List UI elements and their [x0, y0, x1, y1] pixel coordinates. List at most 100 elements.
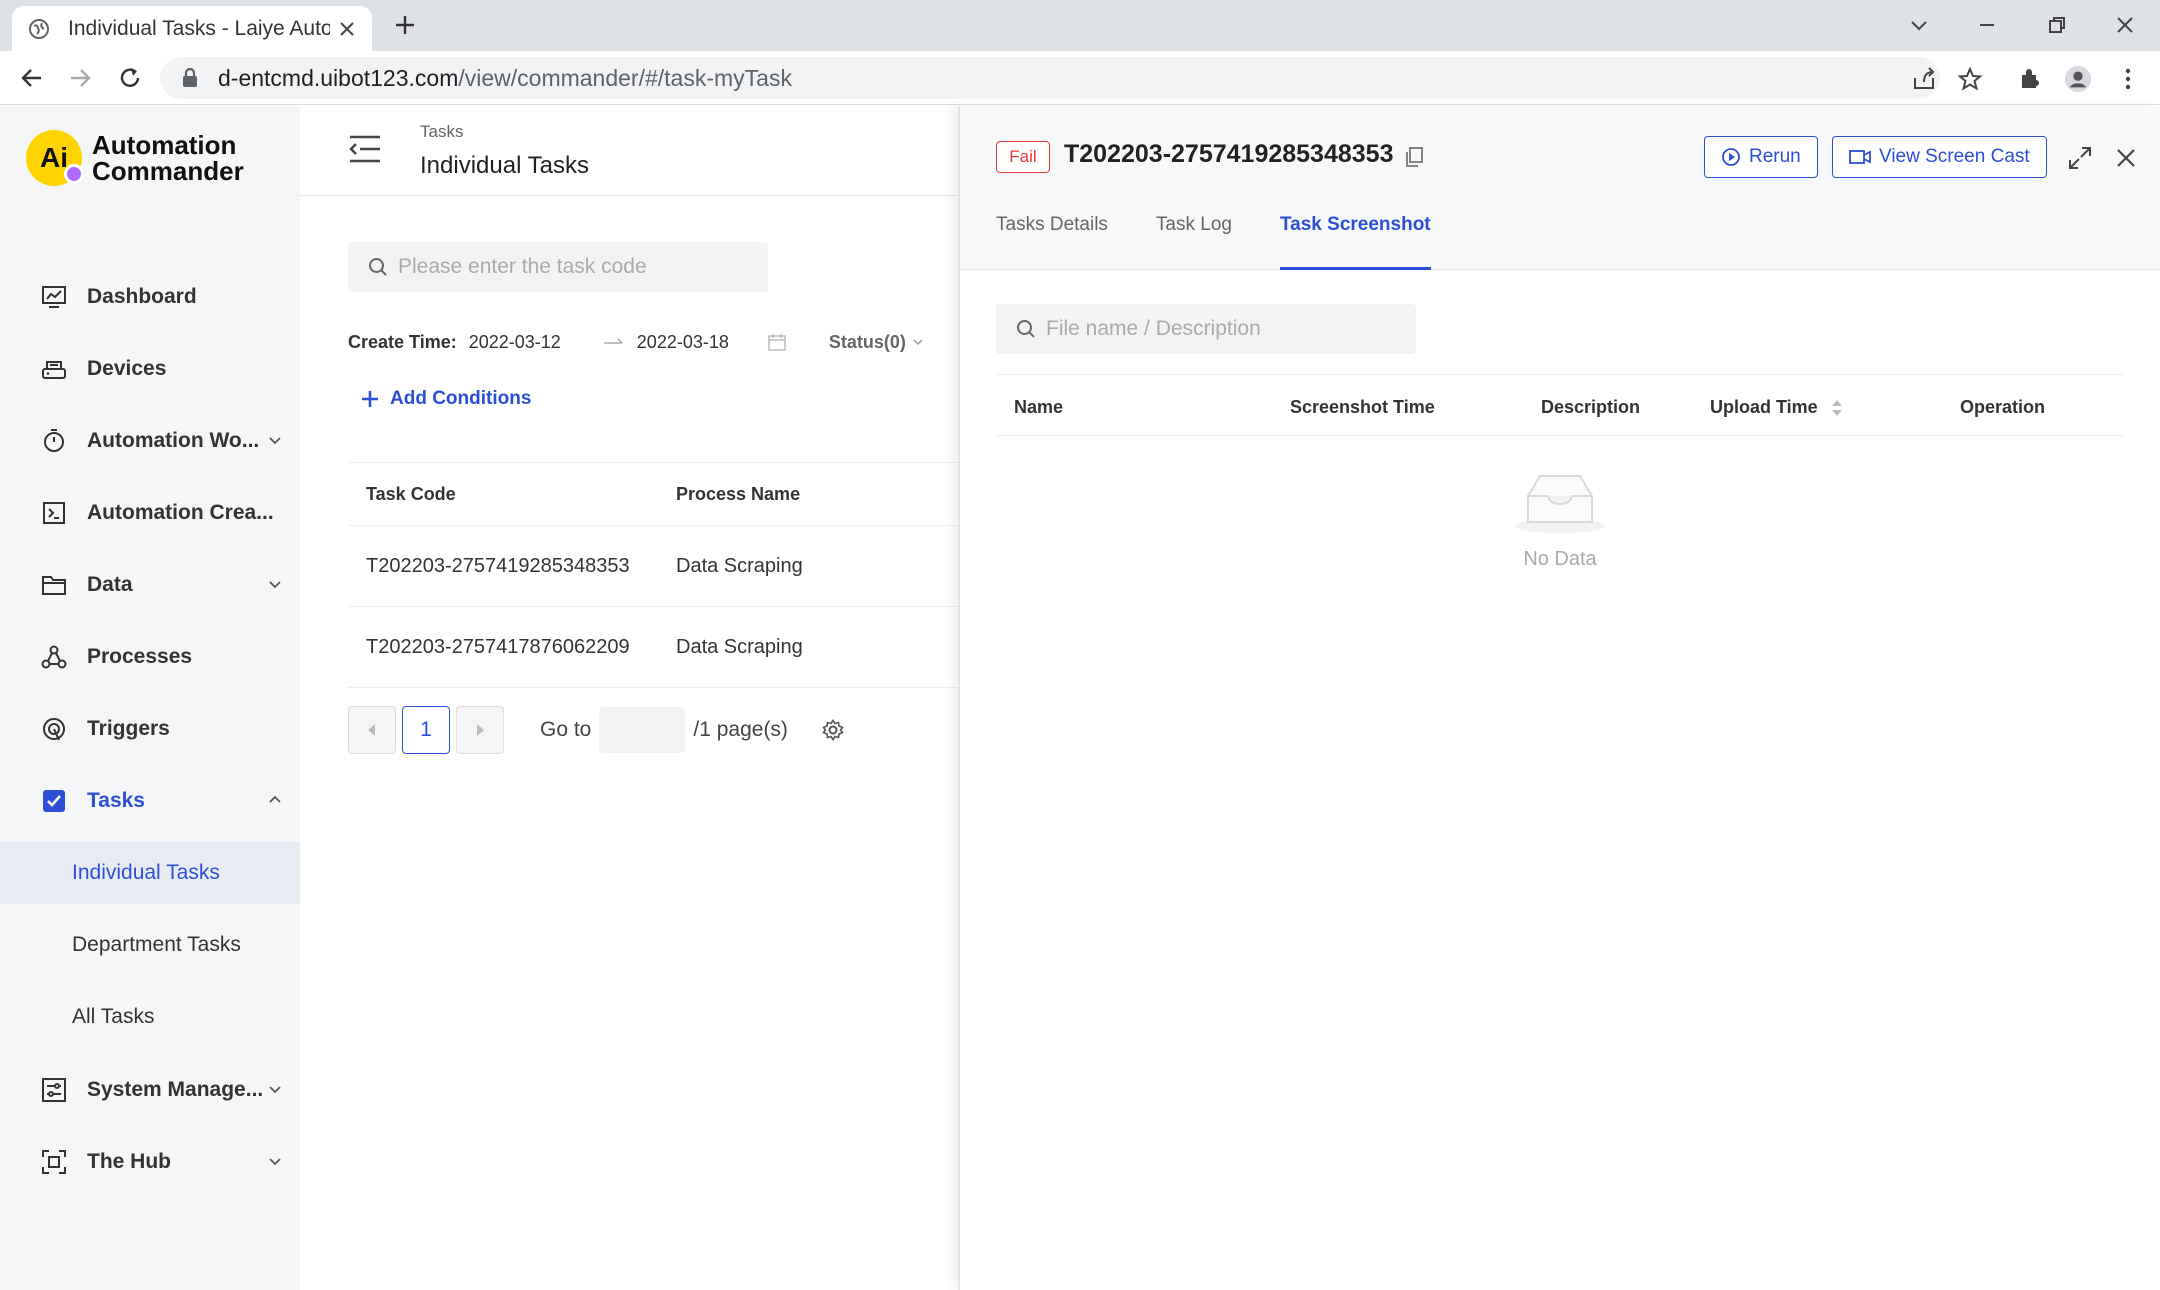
upload-time-label: Upload Time — [1710, 397, 1818, 417]
sidebar-item-label: Devices — [87, 357, 167, 380]
chevron-down-icon — [269, 581, 281, 589]
table-row[interactable]: T202203-2757419285348353 Data Scraping — [348, 526, 960, 607]
collapse-menu-icon[interactable] — [348, 134, 382, 164]
url-field[interactable]: d-entcmd.uibot123.com/view/commander/#/t… — [160, 57, 1940, 99]
sidebar-item-label: System Manage... — [87, 1078, 264, 1101]
sidebar-item-automation-workflow[interactable]: Automation Wo... — [0, 405, 300, 477]
forward-icon[interactable] — [66, 64, 94, 92]
screenshot-search-input[interactable] — [1046, 317, 1406, 341]
logo-mark-icon: Ai — [26, 130, 84, 186]
calendar-icon[interactable] — [767, 332, 787, 352]
date-start[interactable]: 2022-03-12 — [469, 332, 561, 353]
status-filter[interactable]: Status(0) — [829, 332, 906, 353]
close-icon[interactable] — [2112, 144, 2140, 172]
page-title: Individual Tasks — [420, 152, 589, 179]
dashboard-icon — [40, 283, 68, 311]
sidebar-item-label: Automation Crea... — [87, 501, 274, 524]
sidebar-item-automation-creator[interactable]: Automation Crea... — [0, 477, 300, 549]
task-code-cell: T202203-2757419285348353 — [366, 554, 630, 577]
browser-tab[interactable]: Individual Tasks - Laiye Autom — [12, 6, 372, 51]
sidebar-subitem-department-tasks[interactable]: Department Tasks — [0, 914, 300, 976]
url-path: /view/commander/#/task-myTask — [458, 64, 792, 91]
minimize-icon[interactable] — [1972, 10, 2002, 40]
column-header-description: Description — [1541, 397, 1641, 417]
rerun-button[interactable]: Rerun — [1704, 136, 1818, 178]
close-window-icon[interactable] — [2110, 10, 2140, 40]
tab-task-screenshot[interactable]: Task Screenshot — [1279, 215, 1431, 270]
view-screen-cast-button[interactable]: View Screen Cast — [1832, 136, 2047, 178]
sidebar-subitem-individual-tasks[interactable]: Individual Tasks — [0, 842, 300, 904]
profile-avatar-icon[interactable] — [2064, 65, 2092, 93]
hub-icon — [40, 1148, 68, 1176]
sidebar-item-dashboard[interactable]: Dashboard — [0, 261, 300, 333]
page-number-current[interactable]: 1 — [402, 706, 450, 754]
task-code-search — [348, 242, 768, 292]
table-header: Name Screenshot Time Description Upload … — [996, 374, 2124, 436]
empty-state: No Data — [996, 468, 2124, 571]
chevron-up-icon — [269, 795, 281, 803]
close-tab-icon[interactable] — [336, 18, 358, 40]
empty-inbox-icon — [1514, 475, 1606, 533]
copy-icon[interactable] — [1404, 146, 1426, 168]
system-management-icon — [40, 1076, 68, 1104]
tasks-checkbox-icon — [40, 787, 68, 815]
table-row[interactable]: T202203-2757417876062209 Data Scraping — [348, 607, 960, 688]
app-logo[interactable]: Ai Automation Commander — [26, 130, 244, 186]
sidebar-item-devices[interactable]: Devices — [0, 333, 300, 405]
sidebar-item-label: The Hub — [87, 1150, 171, 1173]
lock-icon — [183, 68, 197, 87]
tab-tasks-details[interactable]: Tasks Details — [996, 215, 1108, 270]
add-conditions-label: Add Conditions — [390, 388, 532, 409]
back-icon[interactable] — [18, 64, 46, 92]
logo-line1: Automation — [92, 130, 237, 160]
status-badge: Fail — [996, 141, 1050, 173]
extensions-icon[interactable] — [2016, 65, 2044, 93]
tab-task-log[interactable]: Task Log — [1156, 215, 1232, 270]
sidebar-item-label: Tasks — [87, 789, 145, 812]
share-icon[interactable] — [1910, 65, 1938, 93]
sidebar-item-label: Dashboard — [87, 285, 197, 308]
logo-text: Automation Commander — [92, 132, 244, 184]
breadcrumb[interactable]: Tasks — [420, 122, 463, 142]
view-screen-cast-label: View Screen Cast — [1879, 146, 2030, 167]
column-header-upload-time[interactable]: Upload Time — [1710, 397, 1843, 418]
sidebar-item-system-management[interactable]: System Manage... — [0, 1054, 300, 1126]
sidebar-item-label: Processes — [87, 645, 193, 668]
sort-icon[interactable] — [1831, 398, 1843, 418]
browser-menu-icon[interactable] — [2114, 65, 2142, 93]
task-code-search-input[interactable] — [398, 255, 758, 279]
goto-page-input[interactable] — [599, 707, 686, 753]
new-tab-icon[interactable] — [392, 12, 418, 38]
bookmark-star-icon[interactable] — [1956, 65, 1984, 93]
screenshot-table: Name Screenshot Time Description Upload … — [996, 374, 2124, 570]
add-conditions-button[interactable]: Add Conditions — [360, 388, 531, 410]
sidebar-item-label: Automation Wo... — [87, 429, 260, 452]
logo-dot-icon — [64, 164, 84, 184]
reload-icon[interactable] — [116, 64, 144, 92]
devices-icon — [40, 355, 68, 383]
column-header-process-name: Process Name — [676, 483, 801, 504]
processes-icon — [40, 643, 68, 671]
restore-icon[interactable] — [2042, 10, 2072, 40]
tab-title: Individual Tasks - Laiye Autom — [68, 16, 330, 40]
main-content: Tasks Individual Tasks Create Time: 2022… — [300, 106, 960, 1290]
prev-page-button[interactable] — [348, 706, 396, 754]
sidebar-item-tasks[interactable]: Tasks — [0, 765, 300, 837]
sidebar-subitem-all-tasks[interactable]: All Tasks — [0, 986, 300, 1048]
process-name-cell: Data Scraping — [676, 635, 803, 658]
pagination: 1 Go to /1 page(s) — [348, 706, 844, 754]
drawer-tabs: Tasks Details Task Log Task Screenshot — [996, 215, 1479, 270]
date-end[interactable]: 2022-03-18 — [637, 332, 729, 353]
search-icon — [369, 258, 387, 276]
sidebar-item-the-hub[interactable]: The Hub — [0, 1126, 300, 1198]
browser-tab-strip: Individual Tasks - Laiye Autom — [0, 0, 2160, 51]
task-detail-drawer: Fail T202203-2757419285348353 Rerun View… — [958, 106, 2160, 1290]
gear-icon[interactable] — [822, 719, 844, 741]
sidebar-item-triggers[interactable]: Triggers — [0, 693, 300, 765]
tab-search-icon[interactable] — [1904, 10, 1934, 40]
sidebar-item-processes[interactable]: Processes — [0, 621, 300, 693]
next-page-button[interactable] — [456, 706, 504, 754]
sidebar-item-data[interactable]: Data — [0, 549, 300, 621]
expand-icon[interactable] — [2066, 144, 2094, 172]
rerun-label: Rerun — [1749, 146, 1801, 167]
